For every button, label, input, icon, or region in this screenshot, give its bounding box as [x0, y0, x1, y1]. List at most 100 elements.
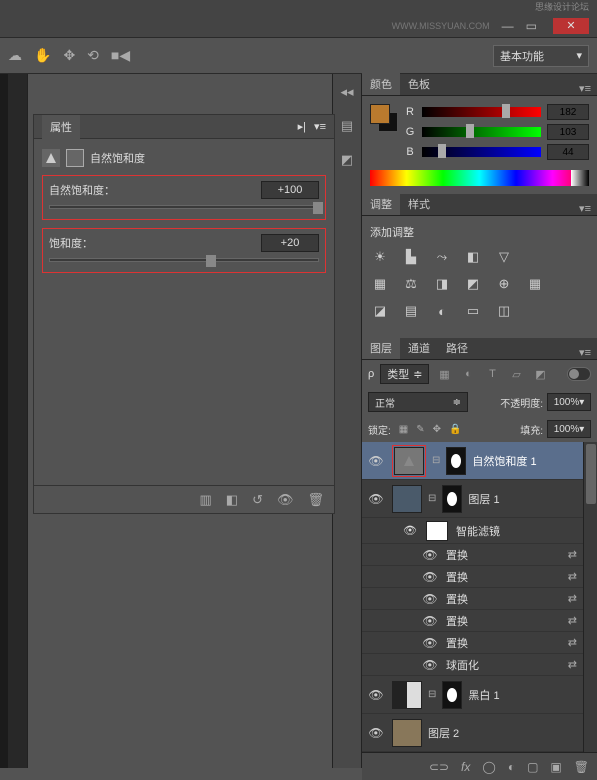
filter-search-icon[interactable]: ρ — [368, 368, 374, 380]
spectrum-bar[interactable] — [370, 170, 589, 186]
filter-smart-icon[interactable]: ◩ — [531, 365, 549, 383]
levels-icon[interactable]: ▙ — [401, 247, 421, 267]
layers-scrollbar[interactable] — [583, 442, 597, 752]
filter-type-icon[interactable]: T — [483, 365, 501, 383]
filter-adj-icon[interactable]: ◐ — [459, 365, 477, 383]
color-menu-icon[interactable]: ▾≡ — [573, 82, 597, 95]
channel-mixer-icon[interactable]: ⊕ — [494, 274, 514, 294]
close-button[interactable]: ✕ — [553, 18, 589, 34]
lock-pos-icon[interactable]: ✥ — [433, 424, 441, 435]
blend-mode-select[interactable]: 正常 ≑ — [368, 392, 468, 412]
saturation-value-input[interactable] — [261, 234, 319, 252]
maximize-button[interactable]: ▭ — [526, 19, 537, 33]
saturation-slider[interactable] — [49, 258, 319, 262]
bw-icon[interactable]: ◨ — [432, 274, 452, 294]
layer-name[interactable]: 黑白 1 — [468, 687, 579, 703]
layer-row-bw[interactable]: 👁 ⊟ 黑白 1 — [362, 676, 583, 714]
styles-tab[interactable]: 样式 — [400, 193, 438, 215]
gradient-map-icon[interactable]: ▭ — [463, 301, 483, 321]
add-mask-icon[interactable]: ◯ — [482, 760, 495, 774]
link-icon[interactable]: ⊟ — [432, 455, 440, 466]
delete-layer-icon[interactable]: 🗑 — [574, 760, 589, 774]
layer-name[interactable]: 图层 2 — [428, 725, 579, 741]
curves-icon[interactable]: ⤳ — [432, 247, 452, 267]
r-slider[interactable] — [422, 107, 541, 117]
color-swatches[interactable] — [370, 104, 398, 132]
visibility-toggle[interactable]: 👁 — [422, 658, 438, 672]
rotate-icon[interactable]: ⟲ — [87, 47, 99, 64]
selective-color-icon[interactable]: ◫ — [494, 301, 514, 321]
reset-icon[interactable]: ↺ — [252, 492, 263, 508]
layers-menu-icon[interactable]: ▾≡ — [573, 346, 597, 359]
visibility-toggle[interactable]: 👁 — [402, 524, 418, 537]
hsl-icon[interactable]: ▦ — [370, 274, 390, 294]
layer-thumb[interactable] — [392, 485, 422, 513]
swatches-tab[interactable]: 色板 — [400, 73, 438, 95]
r-value[interactable] — [547, 104, 589, 120]
layer-name[interactable]: 自然饱和度 1 — [472, 453, 579, 469]
smart-filter-item[interactable]: 👁置换⇄ — [362, 544, 583, 566]
lock-all-icon[interactable]: 🔒 — [449, 424, 461, 435]
filter-pixel-icon[interactable]: ▦ — [435, 365, 453, 383]
new-adj-icon[interactable]: ◐ — [508, 760, 515, 774]
paths-tab[interactable]: 路径 — [438, 337, 476, 359]
properties-tab[interactable]: 属性 — [42, 115, 80, 139]
layer-filter-select[interactable]: 类型 ≑ — [380, 364, 429, 384]
lock-paint-icon[interactable]: ✎ — [416, 424, 424, 435]
new-layer-icon[interactable]: ▣ — [550, 760, 561, 774]
layer-thumb[interactable] — [392, 681, 422, 709]
b-slider[interactable] — [422, 147, 541, 157]
invert-icon[interactable]: ◪ — [370, 301, 390, 321]
visibility-toggle[interactable]: 👁 — [366, 688, 386, 702]
g-value[interactable] — [547, 124, 589, 140]
visibility-icon[interactable]: 👁 — [277, 492, 294, 508]
layers-tab[interactable]: 图层 — [362, 337, 400, 359]
layer-row-vibrance[interactable]: 👁 ⊟ 自然饱和度 1 — [362, 442, 583, 480]
channels-tab[interactable]: 通道 — [400, 337, 438, 359]
lut-icon[interactable]: ▦ — [525, 274, 545, 294]
link-layers-icon[interactable]: ⊂⊃ — [429, 760, 449, 774]
smart-filter-item[interactable]: 👁置换⇄ — [362, 632, 583, 654]
smart-filter-item[interactable]: 👁置换⇄ — [362, 588, 583, 610]
link-icon[interactable]: ⊟ — [428, 493, 436, 504]
filter-settings-icon[interactable]: ⇄ — [568, 614, 577, 627]
color-tab[interactable]: 颜色 — [362, 73, 400, 95]
delete-icon[interactable]: 🗑 — [307, 492, 324, 508]
link-icon[interactable]: ⊟ — [428, 689, 436, 700]
visibility-toggle[interactable]: 👁 — [422, 636, 438, 650]
visibility-toggle[interactable]: 👁 — [366, 454, 386, 468]
fill-value[interactable]: 100%▾ — [547, 420, 591, 438]
video-icon[interactable]: ■◀ — [111, 47, 130, 64]
visibility-toggle[interactable]: 👁 — [422, 548, 438, 562]
layer-thumb[interactable] — [392, 719, 422, 747]
layer-row-2[interactable]: 👁 图层 2 — [362, 714, 583, 752]
smart-filters-header[interactable]: 👁 智能滤镜 — [362, 518, 583, 544]
filter-shape-icon[interactable]: ▱ — [507, 365, 525, 383]
brightness-icon[interactable]: ☀ — [370, 247, 390, 267]
filter-toggle[interactable] — [567, 367, 591, 381]
fx-icon[interactable]: fx — [461, 760, 470, 774]
filter-settings-icon[interactable]: ⇄ — [568, 548, 577, 561]
smart-filter-item[interactable]: 👁球面化⇄ — [362, 654, 583, 676]
filter-settings-icon[interactable]: ⇄ — [568, 592, 577, 605]
layer-mask-thumb[interactable] — [442, 485, 462, 513]
panel-collapse-icon[interactable]: ▸| — [298, 120, 306, 133]
opacity-value[interactable]: 100%▾ — [547, 393, 591, 411]
visibility-toggle[interactable]: 👁 — [366, 726, 386, 740]
adj-menu-icon[interactable]: ▾≡ — [573, 202, 597, 215]
visibility-toggle[interactable]: 👁 — [422, 592, 438, 606]
b-value[interactable] — [547, 144, 589, 160]
dock-expand-icon[interactable]: ◂◂ — [337, 82, 357, 102]
adjustments-tab[interactable]: 调整 — [362, 193, 400, 215]
history-icon[interactable]: ▤ — [337, 116, 357, 136]
threshold-icon[interactable]: ◐ — [432, 301, 452, 321]
layer-row-1[interactable]: 👁 ⊟ 图层 1 — [362, 480, 583, 518]
balance-icon[interactable]: ⚖ — [401, 274, 421, 294]
smart-filter-item[interactable]: 👁置换⇄ — [362, 610, 583, 632]
visibility-toggle[interactable]: 👁 — [422, 570, 438, 584]
visibility-toggle[interactable]: 👁 — [366, 492, 386, 506]
vibrance-slider[interactable] — [49, 205, 319, 209]
cube-icon[interactable]: ◩ — [337, 150, 357, 170]
visibility-toggle[interactable]: 👁 — [422, 614, 438, 628]
g-slider[interactable] — [422, 127, 541, 137]
